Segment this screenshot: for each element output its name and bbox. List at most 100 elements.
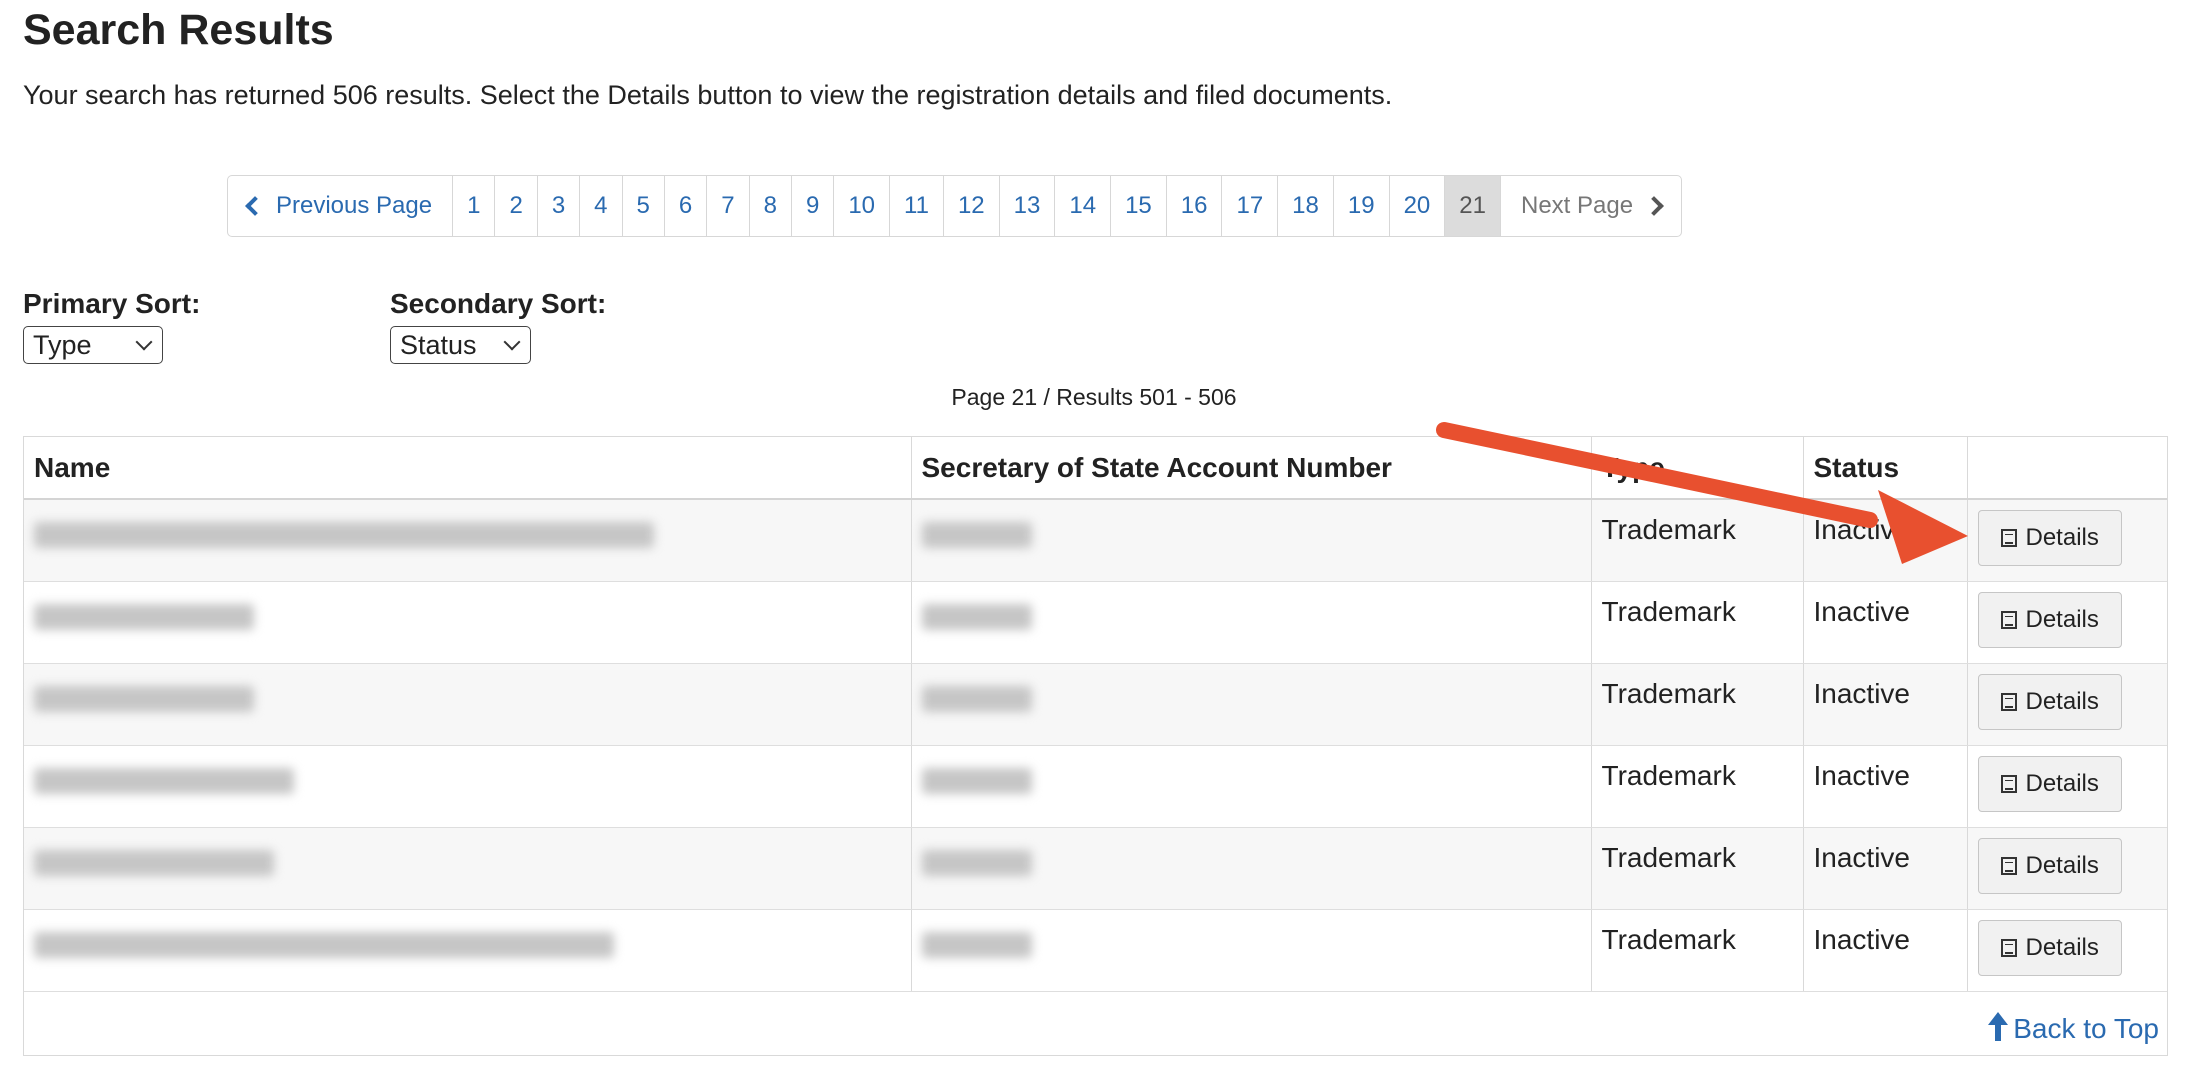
name-cell-redacted — [24, 499, 911, 582]
results-table: Name Secretary of State Account Number T… — [23, 436, 2168, 1056]
previous-page-link[interactable]: Previous Page — [228, 176, 452, 236]
name-cell-redacted — [24, 745, 911, 828]
page-link-15[interactable]: 15 — [1110, 176, 1166, 236]
column-header-type: Type — [1590, 437, 1803, 500]
actions-cell: Details — [1966, 663, 2167, 746]
chevron-right-icon — [1644, 196, 1664, 216]
name-cell-redacted — [24, 581, 911, 664]
next-page-label: Next Page — [1520, 192, 1634, 219]
back-to-top-label: Back to Top — [2013, 1013, 2159, 1044]
list-icon — [2000, 774, 2017, 793]
table-row: Trademark Inactive Details — [24, 499, 2167, 582]
details-button-label: Details — [2025, 851, 2099, 879]
details-button-label: Details — [2025, 769, 2099, 797]
page-link-10[interactable]: 10 — [833, 176, 889, 236]
page-link-17[interactable]: 17 — [1221, 176, 1277, 236]
table-row: Trademark Inactive Details — [24, 581, 2167, 664]
page-link-14[interactable]: 14 — [1054, 176, 1110, 236]
chevron-down-icon — [503, 333, 521, 351]
name-cell-redacted — [24, 827, 911, 910]
page-link-16[interactable]: 16 — [1165, 176, 1222, 236]
status-cell: Inactive — [1802, 499, 1967, 582]
details-button[interactable]: Details — [1977, 510, 2122, 566]
name-cell-redacted — [24, 909, 911, 992]
table-row: Trademark Inactive Details — [24, 827, 2167, 910]
details-button-label: Details — [2025, 605, 2099, 633]
details-button[interactable]: Details — [1977, 919, 2122, 976]
primary-sort-value: Type — [33, 329, 92, 360]
page-link-4[interactable]: 4 — [579, 176, 621, 236]
details-button[interactable]: Details — [1977, 673, 2122, 730]
table-header-row: Name Secretary of State Account Number T… — [24, 437, 2167, 500]
actions-cell: Details — [1966, 827, 2167, 910]
page-link-20[interactable]: 20 — [1388, 176, 1445, 236]
account-number-cell-redacted — [910, 581, 1591, 664]
account-number-cell-redacted — [910, 745, 1591, 828]
secondary-sort-select[interactable]: Status — [390, 326, 531, 364]
search-results-page: Search Results Your search has returned … — [0, 0, 2188, 1084]
account-number-cell-redacted — [910, 663, 1591, 746]
details-button[interactable]: Details — [1977, 755, 2122, 812]
chevron-down-icon — [135, 333, 153, 351]
details-button-label: Details — [2025, 524, 2099, 551]
table-row: Trademark Inactive Details — [24, 909, 2167, 992]
page-link-8[interactable]: 8 — [748, 176, 791, 236]
actions-cell: Details — [1966, 581, 2167, 664]
column-header-name: Name — [24, 437, 911, 500]
status-cell: Inactive — [1802, 663, 1967, 746]
arrow-up-icon — [1988, 1012, 2009, 1041]
page-info: Page 21 / Results 501 - 506 — [951, 384, 1237, 410]
primary-sort-select[interactable]: Type — [23, 326, 163, 364]
status-cell: Inactive — [1802, 909, 1967, 992]
page-link-2[interactable]: 2 — [494, 176, 536, 236]
page-link-19[interactable]: 19 — [1332, 176, 1389, 236]
status-cell: Inactive — [1802, 581, 1967, 664]
table-row: Trademark Inactive Details — [24, 663, 2167, 746]
page-link-7[interactable]: 7 — [706, 176, 748, 236]
column-header-actions — [1966, 437, 2167, 500]
page-link-9[interactable]: 9 — [790, 176, 833, 236]
account-number-cell-redacted — [910, 827, 1591, 910]
primary-sort-label: Primary Sort: — [23, 288, 201, 319]
details-button[interactable]: Details — [1977, 837, 2122, 894]
account-number-cell-redacted — [910, 909, 1591, 992]
status-cell: Inactive — [1802, 745, 1967, 828]
page-link-3[interactable]: 3 — [536, 176, 579, 236]
type-cell: Trademark — [1590, 499, 1803, 582]
page-link-11[interactable]: 11 — [889, 176, 943, 236]
secondary-sort-value: Status — [400, 329, 477, 360]
page-link-13[interactable]: 13 — [998, 176, 1055, 236]
page-link-18[interactable]: 18 — [1277, 176, 1333, 236]
actions-cell: Details — [1966, 499, 2167, 582]
type-cell: Trademark — [1590, 663, 1803, 746]
name-cell-redacted — [24, 663, 911, 746]
page-link-6[interactable]: 6 — [663, 176, 706, 236]
list-icon — [2000, 938, 2017, 957]
list-icon — [2000, 529, 2017, 547]
list-icon — [2000, 856, 2017, 875]
type-cell: Trademark — [1590, 745, 1803, 828]
page-title: Search Results — [23, 6, 334, 54]
pagination: Previous Page 1 2 3 4 5 6 7 8 9 10 11 12… — [227, 175, 1683, 237]
details-button[interactable]: Details — [1977, 591, 2122, 648]
type-cell: Trademark — [1590, 581, 1803, 664]
next-page-link[interactable]: Next Page — [1499, 176, 1681, 236]
page-link-5[interactable]: 5 — [621, 176, 664, 236]
column-header-status: Status — [1802, 437, 1967, 500]
page-link-1[interactable]: 1 — [452, 176, 494, 236]
list-icon — [2000, 610, 2017, 629]
back-to-top-link[interactable]: Back to Top — [1988, 1012, 2159, 1045]
primary-sort: Primary Sort: Type — [23, 288, 200, 364]
type-cell: Trademark — [1590, 827, 1803, 910]
page-link-12[interactable]: 12 — [942, 176, 999, 236]
chevron-left-icon — [245, 196, 265, 216]
secondary-sort: Secondary Sort: Status — [390, 288, 606, 364]
column-header-account-number: Secretary of State Account Number — [910, 437, 1591, 500]
secondary-sort-label: Secondary Sort: — [390, 288, 607, 319]
results-summary: Your search has returned 506 results. Se… — [23, 80, 1393, 110]
page-link-current[interactable]: 21 — [1444, 176, 1500, 236]
list-icon — [2000, 692, 2017, 711]
status-cell: Inactive — [1802, 827, 1967, 910]
actions-cell: Details — [1966, 909, 2167, 992]
type-cell: Trademark — [1590, 909, 1803, 992]
